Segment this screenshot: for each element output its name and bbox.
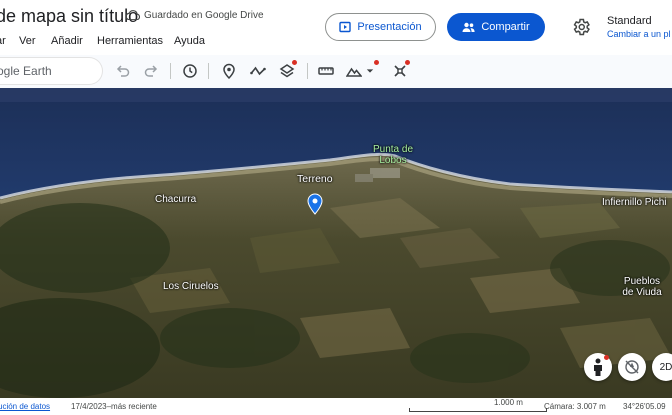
place-label-text: Punta de Lobos [372,144,414,166]
place-label-infiernillo[interactable]: Infiernillo Pichi [602,197,666,208]
menu-item-ver[interactable]: Ver [19,35,51,49]
place-label-chacurra[interactable]: Chacurra [155,194,196,205]
notification-dot [292,60,297,65]
ruler-icon[interactable] [317,62,335,80]
people-icon [462,22,475,32]
gear-icon[interactable] [571,17,591,37]
data-attribution-link[interactable]: ución de datos [0,402,50,411]
pegman-icon [594,358,602,376]
place-label-terreno[interactable]: Terreno [297,174,333,185]
path-icon[interactable] [249,62,267,80]
history-icon[interactable] [181,62,199,80]
camera-altitude: Cámara: 3.007 m [544,402,606,411]
share-label: Compartir [481,21,530,33]
chevron-down-icon[interactable] [364,62,376,80]
coordinates: 34°26'05.09 [623,402,666,411]
presentation-button[interactable]: Presentación [325,13,436,41]
menu-item-herramientas[interactable]: Herramientas [97,35,174,49]
toolbar-divider [208,63,209,79]
north-up-button[interactable] [618,353,646,381]
toolbar-divider [170,63,171,79]
menu-item-anadir[interactable]: Añadir [51,35,97,49]
map-style-name: Standard [607,15,652,27]
status-bar: ución de datos 17/4/2023–más reciente 1.… [0,398,672,415]
document-title[interactable]: de mapa sin título [0,6,138,27]
compass-off-icon [625,360,639,374]
toolbar: ogle Earth [0,55,672,88]
toolbar-divider [307,63,308,79]
map-style-icon[interactable] [345,62,363,80]
menu-bar: ar Ver Añadir Herramientas Ayuda [0,35,205,49]
change-map-style-link[interactable]: Cambiar a un pl [607,29,671,39]
satellite-imagery [0,88,672,398]
place-mark-icon[interactable] [220,62,238,80]
presentation-icon [339,21,352,33]
place-label-text: Pueblos de Viuda [622,276,662,298]
earth-map-view[interactable]: Punta de Lobos Terreno Chacurra Infierni… [0,88,672,398]
presentation-label: Presentación [357,21,422,33]
header: de mapa sin título Guardado en Google Dr… [0,0,672,55]
place-label-los-ciruelos[interactable]: Los Ciruelos [163,281,219,292]
scale-bar [409,408,547,412]
notification-dot [604,355,609,360]
menu-item-ayuda[interactable]: Ayuda [174,35,205,49]
search-input[interactable]: ogle Earth [0,58,102,84]
imagery-date: 17/4/2023–más reciente [71,402,157,411]
view-mode-toggle[interactable]: 2D [652,353,672,381]
cloud-done-icon [126,10,140,20]
undo-icon[interactable] [114,62,132,80]
place-label-punta-de-lobos[interactable]: Punta de Lobos [367,144,419,166]
google-earth-app: de mapa sin título Guardado en Google Dr… [0,0,672,415]
redo-icon[interactable] [142,62,160,80]
scale-label: 1.000 m [494,398,523,407]
menu-item-archivo[interactable]: ar [0,35,19,49]
save-status: Guardado en Google Drive [144,10,264,21]
notification-dot [374,60,379,65]
place-label-pueblos-de-viuda[interactable]: Pueblos de Viuda [617,276,667,298]
placemark-pin-icon[interactable] [307,193,323,215]
share-button[interactable]: Compartir [447,13,545,41]
notification-dot [405,60,410,65]
